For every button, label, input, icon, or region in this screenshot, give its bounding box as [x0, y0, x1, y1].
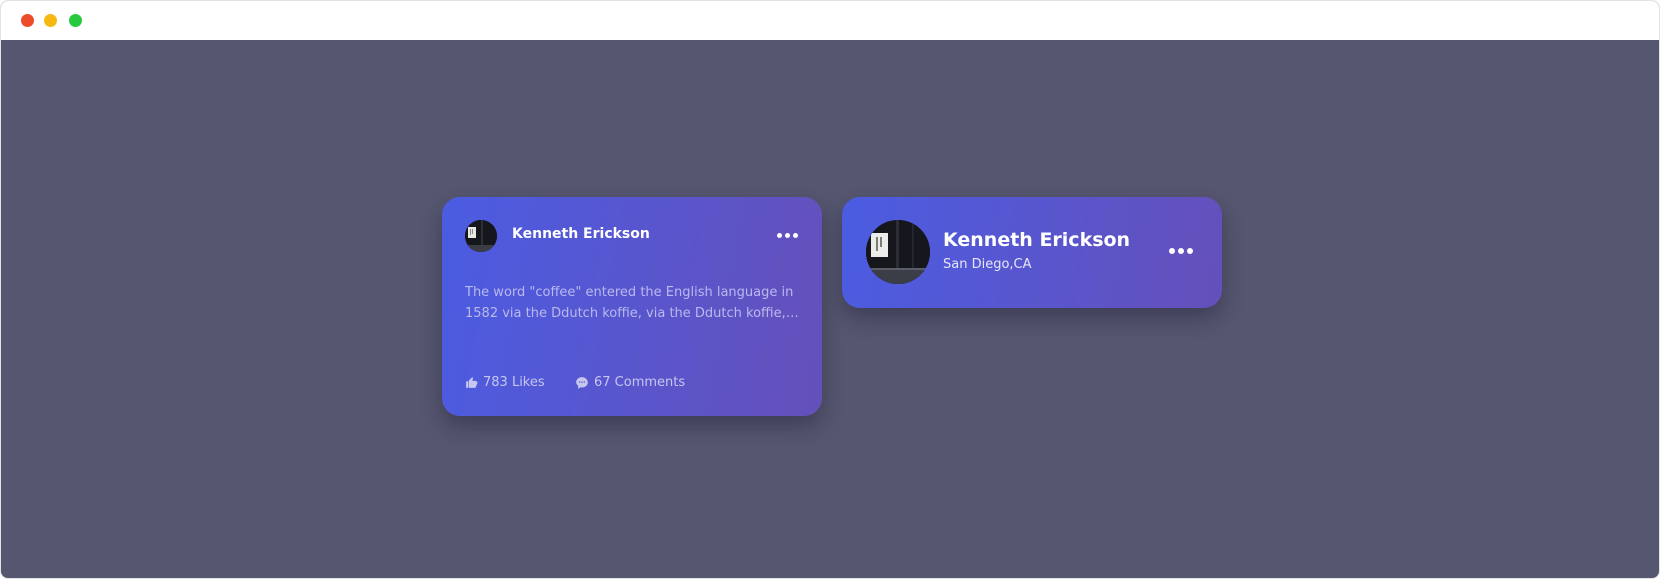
window-titlebar	[1, 1, 1659, 40]
post-body: The word "coffee" entered the English la…	[465, 282, 799, 324]
dot	[777, 233, 782, 238]
profile-name[interactable]: Kenneth Erickson	[943, 229, 1130, 251]
thumbs-up-icon	[466, 377, 478, 388]
dot	[1169, 248, 1175, 254]
more-dots-icon[interactable]	[1169, 248, 1193, 254]
more-dots-icon[interactable]	[777, 233, 798, 238]
avatar-photo-icon	[866, 220, 930, 284]
avatar-photo-icon	[465, 220, 497, 252]
author-avatar[interactable]	[465, 220, 497, 252]
dot	[1187, 248, 1193, 254]
post-text-line: The word "coffee" entered the English la…	[465, 285, 794, 300]
comments-count: 67 Comments	[594, 375, 686, 390]
profile-location: San Diego,CA	[943, 257, 1032, 272]
comment-bubble-icon	[576, 376, 588, 389]
comments-button[interactable]: 67 Comments	[575, 375, 685, 390]
likes-button[interactable]: 783 Likes	[465, 375, 545, 390]
window-maximize-button[interactable]	[69, 14, 82, 27]
post-card: Kenneth Erickson The word "coffee" enter…	[442, 197, 822, 416]
dot	[1178, 248, 1184, 254]
browser-window: Kenneth Erickson The word "coffee" enter…	[0, 0, 1660, 579]
dot	[785, 233, 790, 238]
profile-card: Kenneth Erickson San Diego,CA	[842, 197, 1222, 308]
dot	[793, 233, 798, 238]
profile-avatar[interactable]	[866, 220, 930, 284]
likes-count: 783 Likes	[483, 375, 545, 390]
window-close-button[interactable]	[21, 14, 34, 27]
post-text-line: 1582 via the Ddutch koffie, via the Ddut…	[465, 306, 799, 321]
author-name[interactable]: Kenneth Erickson	[512, 226, 650, 242]
window-minimize-button[interactable]	[44, 14, 57, 27]
